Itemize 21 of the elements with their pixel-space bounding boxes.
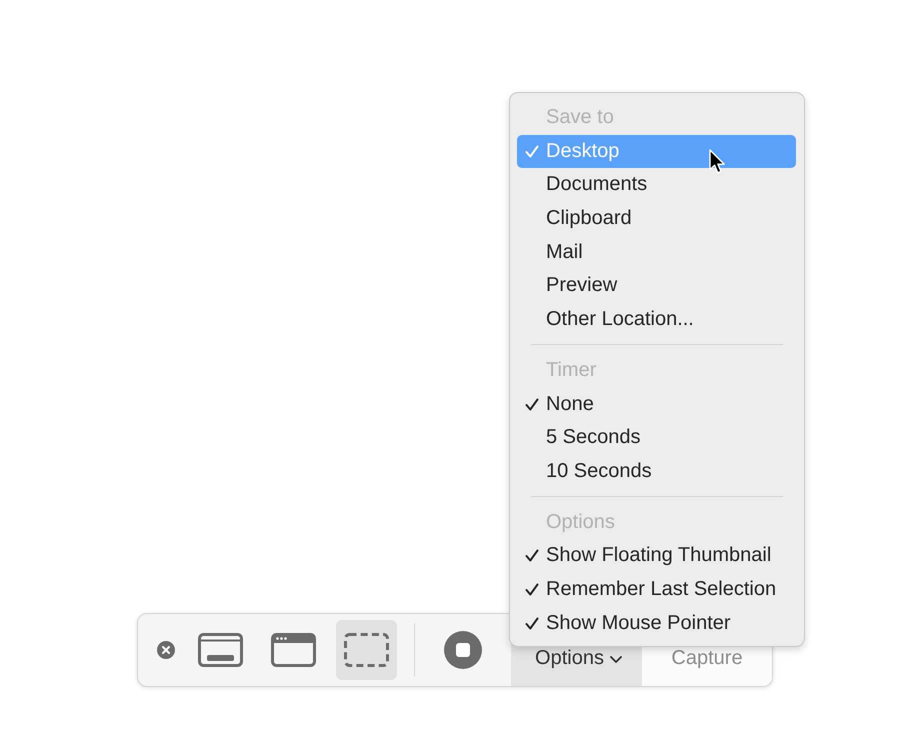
dashed-rectangle-icon: [344, 633, 389, 667]
menu-item[interactable]: Clipboard: [517, 202, 796, 236]
section-header: Save to: [545, 105, 615, 130]
selection-tool-button[interactable]: [336, 620, 397, 680]
mouse-pointer-icon: [709, 149, 726, 175]
menu-item[interactable]: Preview: [517, 268, 796, 303]
menu-item[interactable]: 5 Seconds: [517, 420, 796, 454]
menu-item[interactable]: 10 Seconds: [517, 454, 796, 488]
section-header: Options: [545, 510, 616, 535]
window-icon: [271, 633, 316, 667]
menu-item[interactable]: Remember Last Selection: [517, 572, 796, 606]
section-header: Timer: [545, 358, 598, 383]
menu-item[interactable]: Mail: [517, 235, 796, 269]
stop-icon: [444, 631, 482, 669]
menu-item[interactable]: None: [517, 387, 796, 421]
close-icon[interactable]: [157, 641, 175, 659]
menu-item[interactable]: Documents: [517, 168, 796, 202]
menu-item[interactable]: Other Location...: [517, 302, 796, 336]
menu-item[interactable]: Show Floating Thumbnail: [517, 539, 796, 573]
screen-icon: [198, 633, 243, 667]
caret-icon: [610, 656, 622, 663]
